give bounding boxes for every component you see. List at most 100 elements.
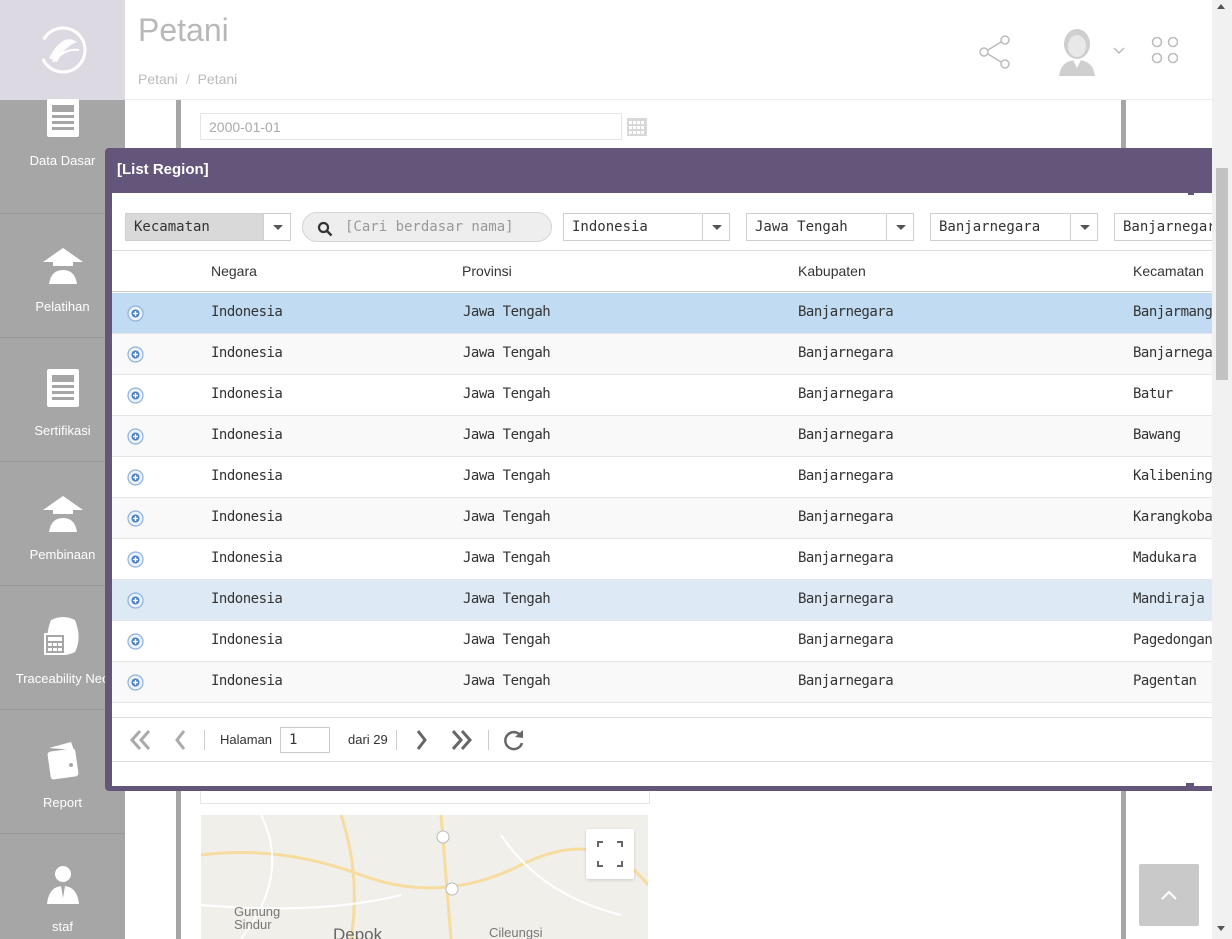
- modal-resize-handle[interactable]: [1188, 189, 1194, 195]
- kabupaten-select[interactable]: Banjarnegara: [930, 213, 1098, 241]
- table-row[interactable]: Indonesia Jawa Tengah Banjarnegara Batur: [112, 375, 1212, 416]
- first-page-button[interactable]: [128, 728, 152, 752]
- page-label: Halaman: [220, 732, 273, 747]
- negara-select[interactable]: Indonesia: [563, 213, 730, 241]
- chevron-down-icon[interactable]: [1112, 46, 1126, 56]
- next-page-button[interactable]: [414, 728, 430, 752]
- table-row[interactable]: Indonesia Jawa Tengah Banjarnegara Pagedong…: [112, 621, 1212, 662]
- negara-select-value: Indonesia: [572, 219, 648, 235]
- dropdown-arrow-icon[interactable]: [263, 214, 290, 240]
- cell-kecamatan: Banjarmangu: [1133, 304, 1212, 320]
- expand-row-icon[interactable]: [127, 387, 144, 404]
- cell-kecamatan: Batur: [1133, 386, 1173, 402]
- prev-page-button[interactable]: [172, 728, 188, 752]
- scroll-up-arrow[interactable]: [1217, 4, 1225, 9]
- grid-body: Indonesia Jawa Tengah Banjarnegara Banjarma…: [112, 293, 1212, 716]
- cell-negara: Indonesia: [211, 632, 283, 648]
- dropdown-arrow-icon[interactable]: [886, 214, 913, 240]
- scroll-thumb[interactable]: [1216, 168, 1228, 380]
- sidebar-item-staf[interactable]: staf: [0, 834, 125, 939]
- column-header-provinsi[interactable]: Provinsi: [462, 263, 512, 279]
- breadcrumb-item[interactable]: Petani: [138, 71, 178, 87]
- cell-provinsi: Jawa Tengah: [463, 304, 551, 320]
- column-header-negara[interactable]: Negara: [211, 263, 257, 279]
- calendar-icon[interactable]: [627, 118, 647, 136]
- expand-row-icon[interactable]: [127, 551, 144, 568]
- page-scrollbar[interactable]: [1212, 0, 1232, 939]
- refresh-button[interactable]: [502, 728, 526, 752]
- search-box[interactable]: [302, 212, 552, 242]
- expand-row-icon[interactable]: [127, 592, 144, 609]
- logo-icon: [39, 26, 86, 74]
- cell-kabupaten: Banjarnegara: [798, 304, 894, 320]
- page-input[interactable]: [280, 727, 330, 753]
- date-field[interactable]: 2000-01-01: [200, 113, 622, 140]
- kecamatan-select[interactable]: Banjarnegara: [1114, 213, 1212, 241]
- filter-toolbar: Kecamatan Indonesia Jawa Tengah Banjarne…: [112, 193, 1212, 251]
- expand-row-icon[interactable]: [127, 510, 144, 527]
- user-avatar-icon[interactable]: [1055, 26, 1099, 76]
- table-row[interactable]: Indonesia Jawa Tengah Banjarnegara Madukara: [112, 539, 1212, 580]
- table-row-partial: [112, 703, 1212, 716]
- cell-provinsi: Jawa Tengah: [463, 468, 551, 484]
- map-label: Depok: [333, 925, 383, 939]
- cell-kabupaten: Banjarnegara: [798, 386, 894, 402]
- scroll-down-arrow[interactable]: [1217, 926, 1225, 931]
- modal-body: Kecamatan Indonesia Jawa Tengah Banjarne…: [112, 193, 1212, 786]
- cell-negara: Indonesia: [211, 427, 283, 443]
- table-row[interactable]: Indonesia Jawa Tengah Banjarnegara Banjarma…: [112, 293, 1212, 334]
- dropdown-arrow-icon[interactable]: [1070, 214, 1097, 240]
- provinsi-select-value: Jawa Tengah: [755, 219, 848, 235]
- provinsi-select[interactable]: Jawa Tengah: [746, 213, 914, 241]
- app-logo[interactable]: [0, 0, 125, 100]
- double-chevron-right-icon: [451, 730, 473, 750]
- dropdown-arrow-icon[interactable]: [702, 214, 729, 240]
- expand-row-icon[interactable]: [127, 674, 144, 691]
- map[interactable]: Gunung Sindur Depok Cileungsi: [201, 815, 648, 939]
- kabupaten-select-value: Banjarnegara: [939, 219, 1041, 235]
- apps-grid-icon[interactable]: [1151, 36, 1179, 64]
- cell-negara: Indonesia: [211, 509, 283, 525]
- cell-negara: Indonesia: [211, 345, 283, 361]
- map-label: Cileungsi: [489, 925, 543, 939]
- pager-separator: [396, 730, 397, 750]
- fullscreen-icon: [597, 841, 623, 867]
- expand-row-icon[interactable]: [127, 469, 144, 486]
- table-row[interactable]: Indonesia Jawa Tengah Banjarnegara Pagentan: [112, 662, 1212, 703]
- kecamatan-select-value: Banjarnegara: [1123, 219, 1212, 235]
- expand-row-icon[interactable]: [127, 633, 144, 650]
- person-icon: [0, 834, 125, 906]
- cell-negara: Indonesia: [211, 550, 283, 566]
- search-icon: [317, 221, 333, 237]
- cell-provinsi: Jawa Tengah: [463, 550, 551, 566]
- document-icon: [0, 90, 125, 140]
- cell-negara: Indonesia: [211, 468, 283, 484]
- back-to-top-button[interactable]: [1139, 864, 1199, 926]
- share-icon[interactable]: [978, 34, 1012, 70]
- cell-kecamatan: Kalibening: [1133, 468, 1212, 484]
- chevron-up-icon: [1161, 890, 1177, 900]
- expand-row-icon[interactable]: [127, 428, 144, 445]
- table-row[interactable]: Indonesia Jawa Tengah Banjarnegara Kalibeni…: [112, 457, 1212, 498]
- expand-row-icon[interactable]: [127, 305, 144, 322]
- table-row[interactable]: Indonesia Jawa Tengah Banjarnegara Banjarne…: [112, 334, 1212, 375]
- chevron-right-icon: [416, 730, 427, 750]
- cell-provinsi: Jawa Tengah: [463, 632, 551, 648]
- table-row[interactable]: Indonesia Jawa Tengah Banjarnegara Mandiraj…: [112, 580, 1212, 621]
- sidebar-item-label: Report: [42, 795, 83, 810]
- level-select[interactable]: Kecamatan: [125, 213, 291, 241]
- modal-resize-handle[interactable]: [1186, 783, 1194, 791]
- cell-kecamatan: Pagentan: [1133, 673, 1197, 689]
- table-row[interactable]: Indonesia Jawa Tengah Banjarnegara Karangko…: [112, 498, 1212, 539]
- search-input[interactable]: [345, 216, 545, 238]
- pager: Halaman dari 29: [112, 717, 1212, 762]
- cell-provinsi: Jawa Tengah: [463, 386, 551, 402]
- breadcrumb-separator: /: [185, 71, 190, 87]
- map-fullscreen-button[interactable]: [586, 829, 634, 879]
- table-row[interactable]: Indonesia Jawa Tengah Banjarnegara Bawang: [112, 416, 1212, 457]
- expand-row-icon[interactable]: [127, 346, 144, 363]
- last-page-button[interactable]: [450, 728, 476, 752]
- column-header-kecamatan[interactable]: Kecamatan: [1133, 263, 1204, 279]
- column-header-kabupaten[interactable]: Kabupaten: [798, 263, 866, 279]
- pager-separator: [488, 730, 489, 750]
